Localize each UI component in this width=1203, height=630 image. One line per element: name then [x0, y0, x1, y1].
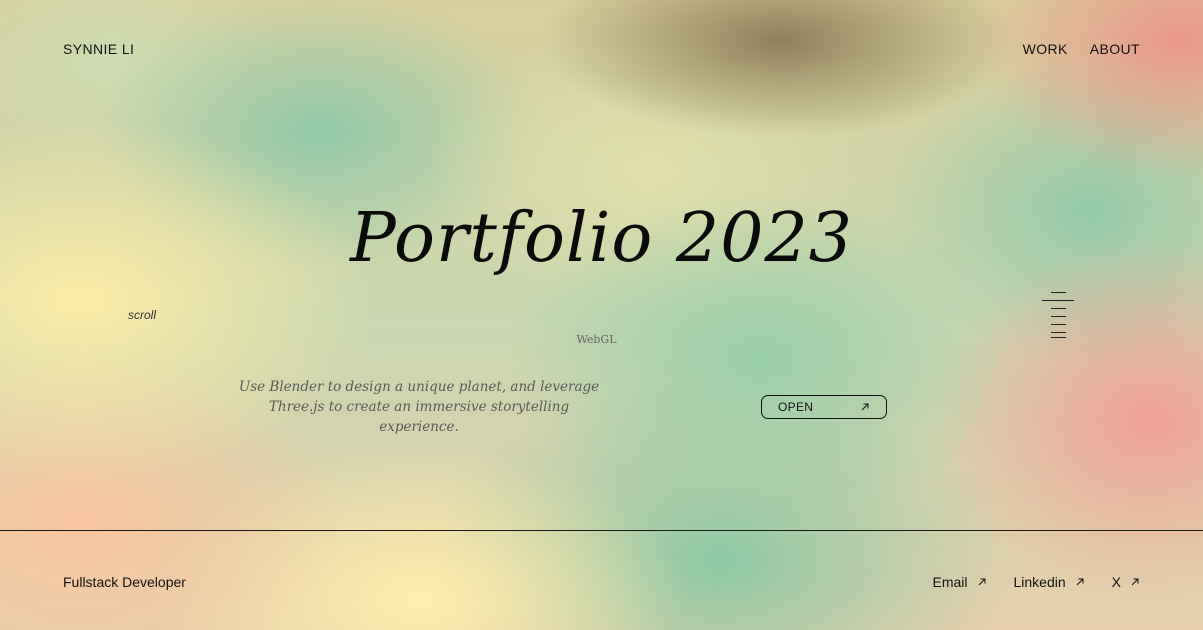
footer-links: Email Linkedin X — [932, 574, 1140, 590]
site-brand[interactable]: SYNNIE LI — [63, 41, 134, 57]
main-nav: WORK ABOUT — [1023, 41, 1140, 57]
open-project-button[interactable]: OPEN — [761, 395, 887, 419]
open-button-label: OPEN — [778, 400, 814, 414]
footer-role: Fullstack Developer — [63, 574, 186, 590]
x-link[interactable]: X — [1112, 574, 1140, 590]
scroll-hint: scroll — [128, 308, 157, 322]
email-link[interactable]: Email — [932, 574, 986, 590]
arrow-up-right-icon — [1076, 578, 1084, 586]
arrow-up-right-icon — [978, 578, 985, 586]
gradient-background — [0, 0, 1203, 630]
nav-about-link[interactable]: ABOUT — [1090, 41, 1140, 57]
arrow-up-right-icon — [861, 403, 869, 411]
hero-title: Portfolio 2023 — [350, 199, 853, 278]
arrow-up-right-icon — [1131, 578, 1139, 586]
nav-work-link[interactable]: WORK — [1023, 41, 1068, 57]
project-tag: WebGL — [576, 333, 617, 346]
linkedin-link-label: Linkedin — [1013, 574, 1066, 590]
project-description: Use Blender to design a unique planet, a… — [238, 379, 600, 435]
email-link-label: Email — [932, 574, 968, 590]
project-index-lines-icon[interactable] — [1040, 292, 1074, 340]
x-link-label: X — [1111, 574, 1121, 590]
linkedin-link[interactable]: Linkedin — [1014, 574, 1085, 590]
footer-divider — [0, 530, 1203, 531]
